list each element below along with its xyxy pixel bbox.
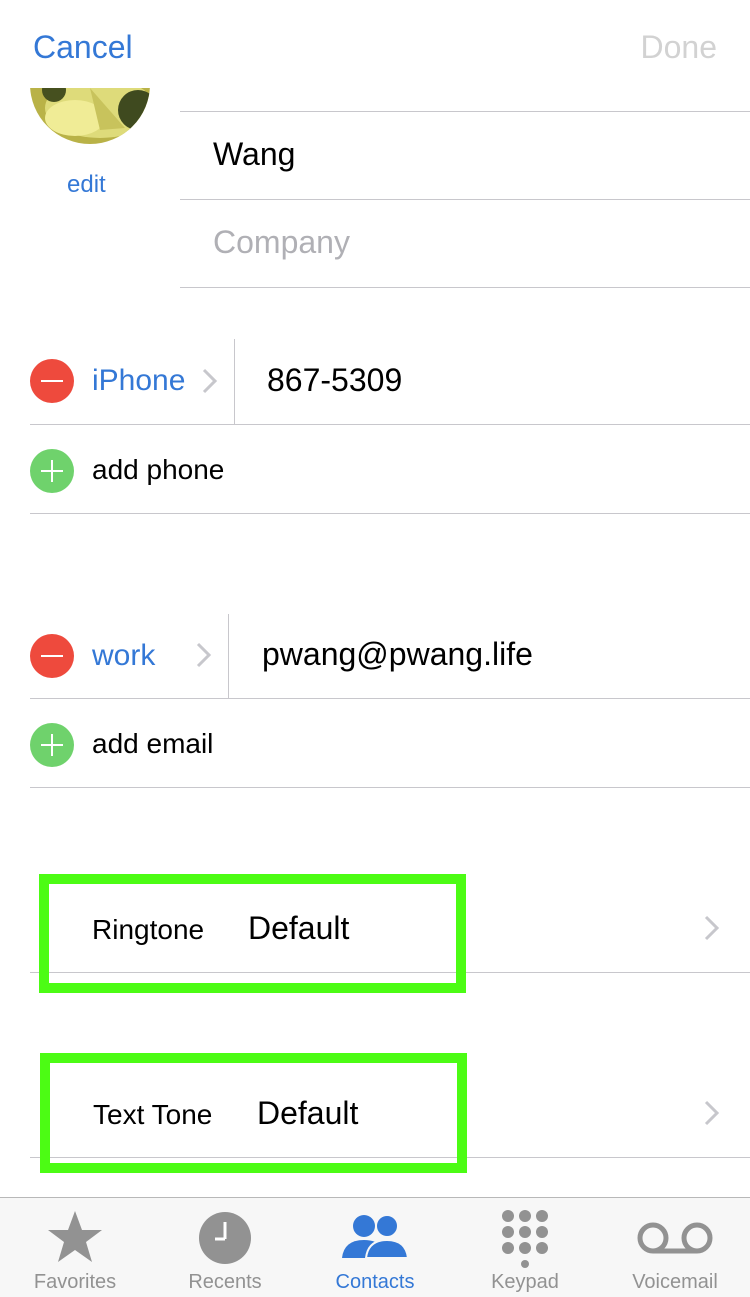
email-address-field[interactable]: pwang@pwang.life: [262, 634, 533, 674]
tab-label: Contacts: [335, 1271, 415, 1293]
phone-number-field[interactable]: 867-5309: [267, 360, 402, 400]
chevron-right-icon: [704, 915, 720, 941]
remove-email-button[interactable]: [30, 634, 74, 678]
remove-phone-button[interactable]: [30, 359, 74, 403]
divider: [30, 787, 750, 788]
ringtone-highlight-box: [39, 874, 466, 993]
add-email-label[interactable]: add email: [92, 726, 213, 762]
divider: [30, 424, 750, 425]
tab-label: Recents: [188, 1271, 262, 1293]
divider: [180, 199, 750, 200]
chevron-right-icon: [196, 642, 212, 668]
contact-photo[interactable]: [30, 88, 150, 144]
add-phone-button[interactable]: [30, 449, 74, 493]
tab-keypad[interactable]: Keypad: [450, 1198, 600, 1297]
divider: [234, 339, 235, 424]
divider: [30, 513, 750, 514]
keypad-icon: [502, 1210, 548, 1268]
divider: [228, 614, 229, 698]
add-email-button[interactable]: [30, 723, 74, 767]
tab-label: Voicemail: [632, 1271, 718, 1293]
chevron-right-icon: [202, 368, 218, 394]
tab-bar: Favorites Recents Contacts Keypad Voicem…: [0, 1197, 750, 1297]
text-tone-highlight-box: [40, 1053, 467, 1173]
email-label-button[interactable]: work: [92, 636, 155, 676]
add-phone-label[interactable]: add phone: [92, 452, 224, 488]
clock-icon: [199, 1212, 251, 1264]
chevron-right-icon: [704, 1100, 720, 1126]
tab-contacts[interactable]: Contacts: [300, 1198, 450, 1297]
tab-favorites[interactable]: Favorites: [0, 1198, 150, 1297]
cancel-button[interactable]: Cancel: [33, 27, 133, 67]
last-name-field[interactable]: Wang: [213, 134, 295, 174]
tab-label: Favorites: [33, 1271, 117, 1293]
divider: [30, 698, 750, 699]
divider: [180, 111, 750, 112]
edit-photo-button[interactable]: edit: [67, 170, 106, 200]
voicemail-icon: [637, 1222, 713, 1254]
company-field[interactable]: Company: [213, 222, 350, 262]
contact-photo-image: [30, 88, 150, 144]
contacts-icon: [342, 1214, 410, 1259]
divider: [180, 287, 750, 288]
tab-voicemail[interactable]: Voicemail: [600, 1198, 750, 1297]
phone-label-button[interactable]: iPhone: [92, 361, 185, 401]
tab-label: Keypad: [491, 1271, 559, 1293]
star-icon: [48, 1211, 102, 1262]
tab-recents[interactable]: Recents: [150, 1198, 300, 1297]
done-button[interactable]: Done: [641, 27, 718, 67]
